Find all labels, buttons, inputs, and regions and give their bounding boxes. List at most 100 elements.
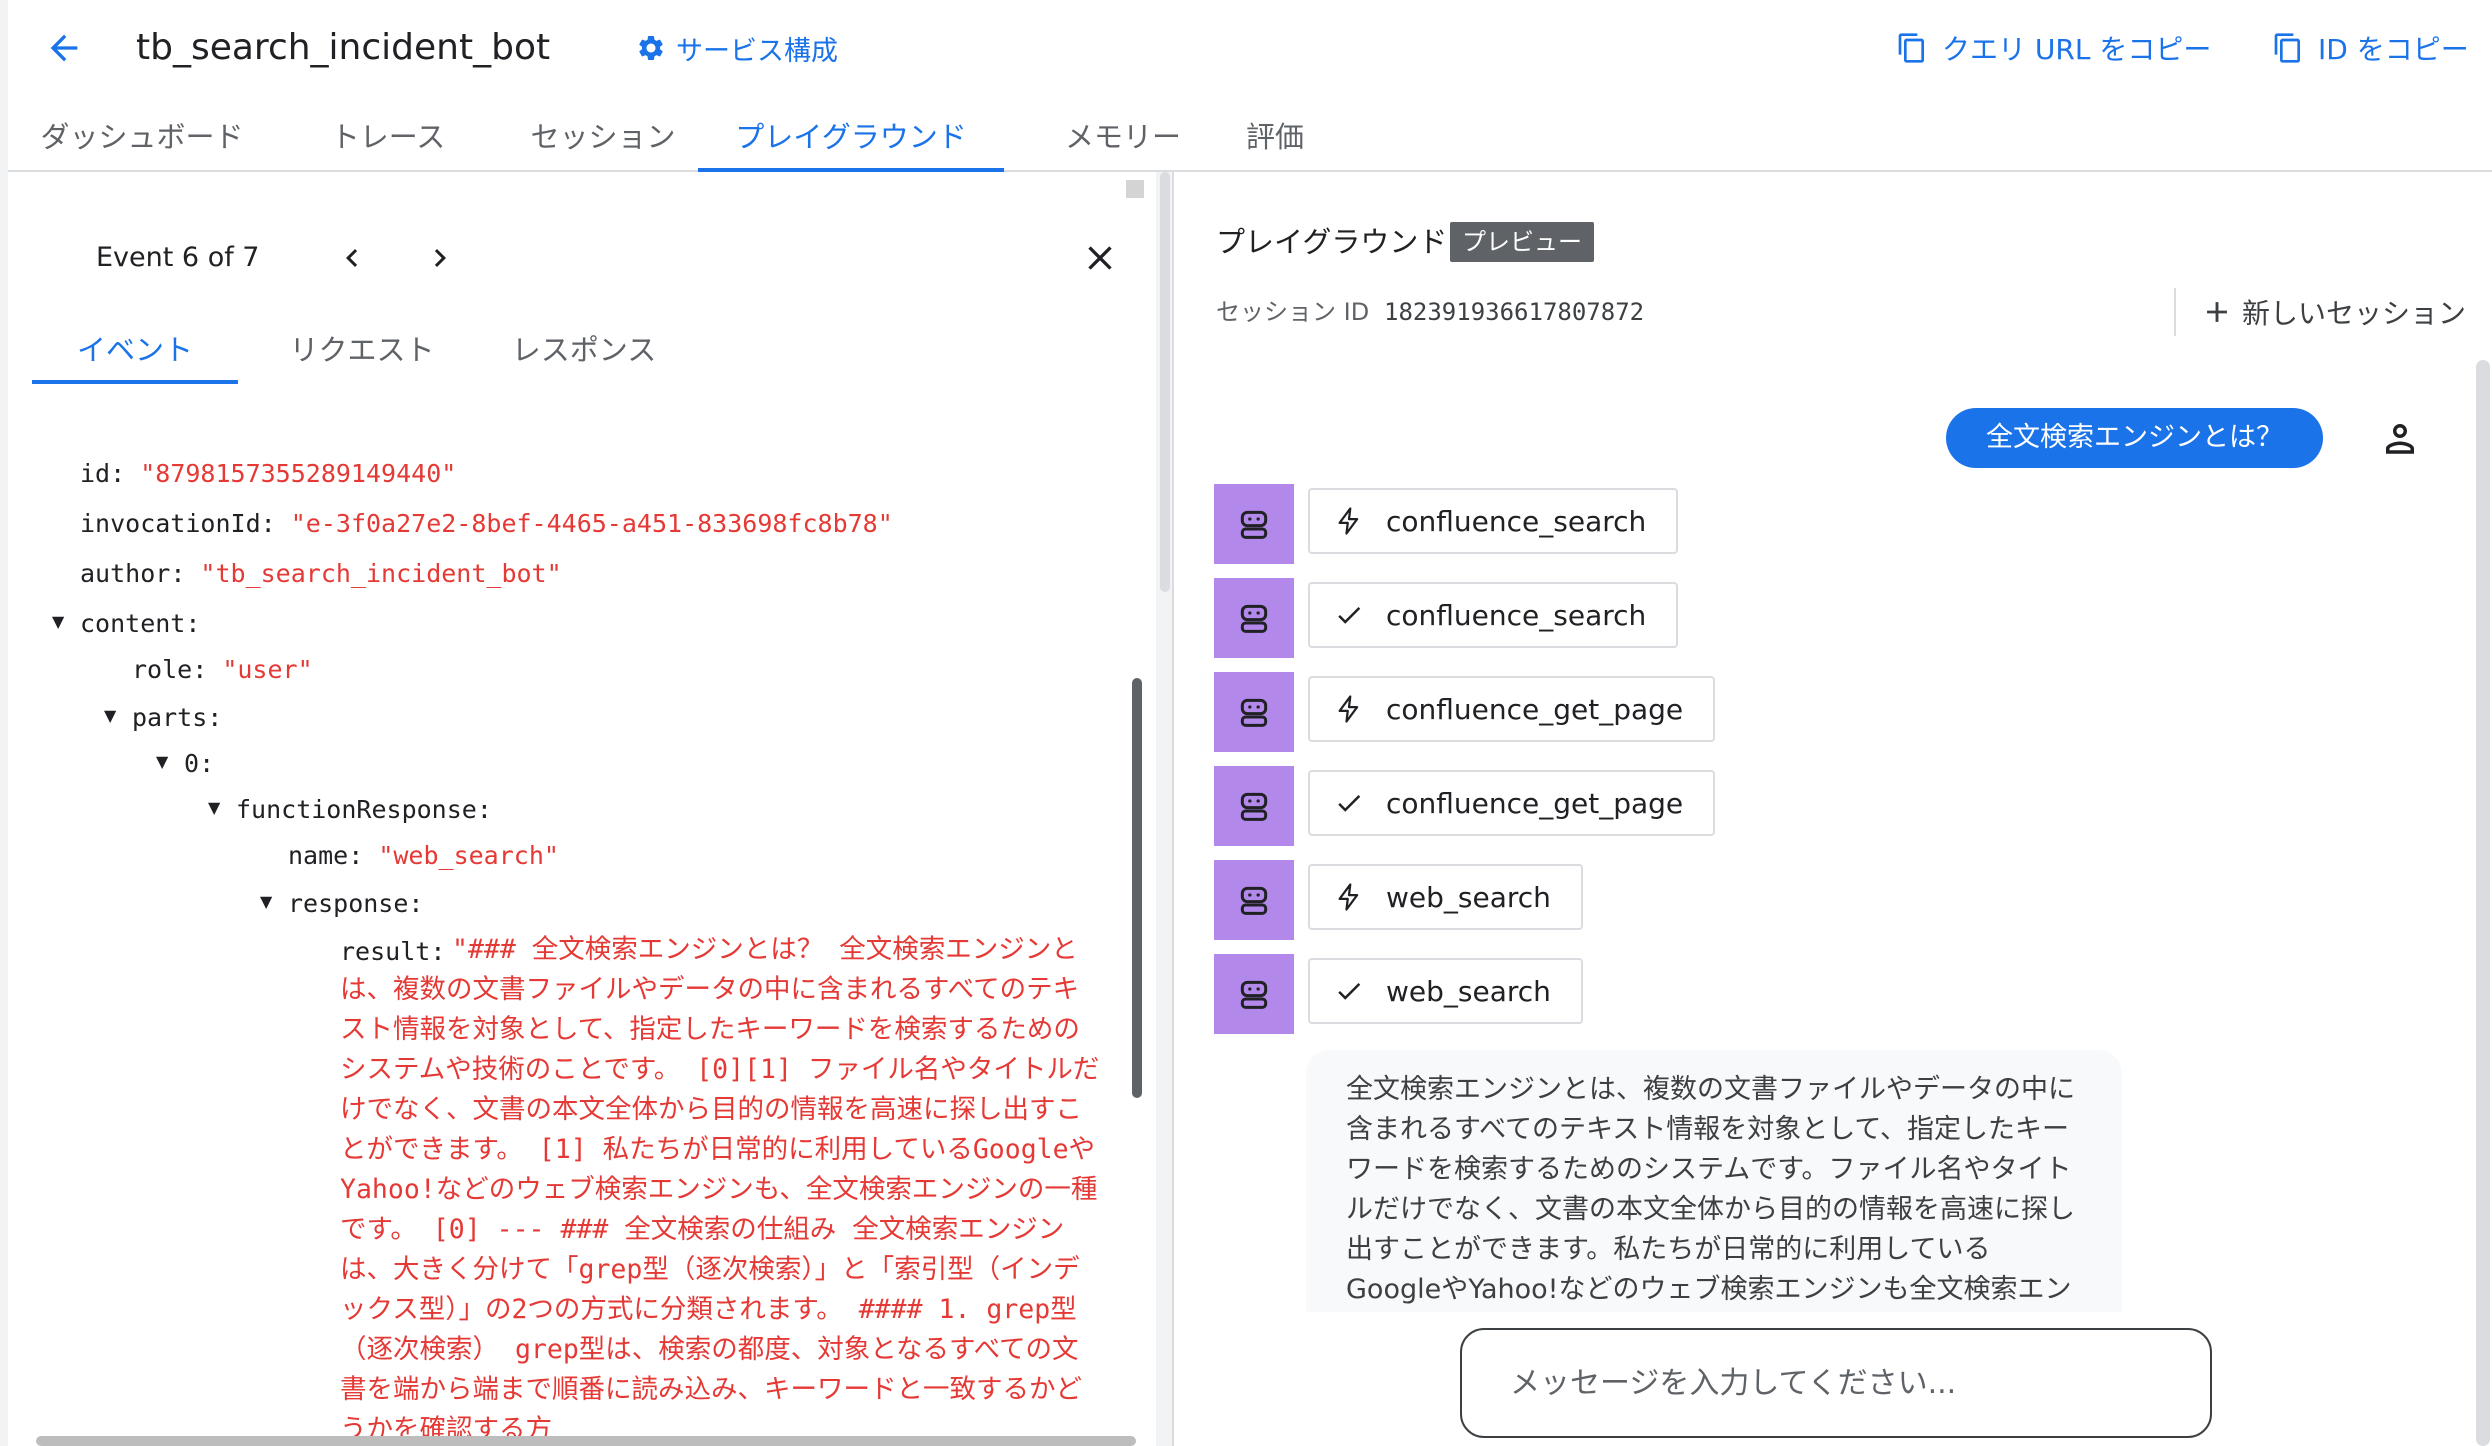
field-result-value: "### 全文検索エンジンとは？ 全文検索エンジンとは、複数の文書ファイルやデー… <box>340 934 1100 1445</box>
field-key: 0 <box>184 749 200 778</box>
field-id: id: "8798157355289149440" <box>80 459 457 488</box>
tab-dashboard[interactable]: ダッシュボード <box>26 100 258 170</box>
field-content[interactable]: content: <box>80 604 200 644</box>
field-key: role <box>132 655 193 684</box>
scrollbar-thumb[interactable] <box>1160 172 1170 592</box>
service-config-label: サービス構成 <box>676 35 838 67</box>
tool-name: web_search <box>1386 880 1551 914</box>
field-parts[interactable]: parts: <box>132 698 222 738</box>
field-key: id <box>80 459 111 488</box>
tab-trace[interactable]: トレース <box>308 100 468 170</box>
tab-response[interactable]: レスポンス <box>486 312 682 384</box>
robot-icon <box>1240 510 1268 539</box>
field-invocation-id: invocationId: "e-3f0a27e2-8bef-4465-a451… <box>80 509 893 538</box>
event-tabs: イベント リクエスト レスポンス <box>32 312 732 384</box>
field-response[interactable]: response: <box>288 884 423 924</box>
bot-avatar <box>1214 484 1294 564</box>
field-key: author <box>80 559 171 588</box>
field-key: functionResponse <box>236 795 477 824</box>
next-event-button[interactable] <box>416 234 464 282</box>
event-inspector-panel: Event 6 of 7 イベント リクエスト レスポンス id: "87981… <box>8 172 1172 1446</box>
tab-request[interactable]: リクエスト <box>264 312 460 384</box>
field-value: "user" <box>222 655 313 684</box>
tab-playground[interactable]: プレイグラウンド <box>698 100 1004 172</box>
message-input[interactable] <box>1510 1365 2162 1401</box>
field-key: parts <box>132 703 208 732</box>
bot-avatar <box>1214 860 1294 940</box>
new-session-label: 新しいセッション <box>2242 297 2467 330</box>
main-tabs: ダッシュボード トレース セッション プレイグラウンド メモリー 評価 <box>8 100 2492 172</box>
expand-triangle-icon[interactable]: ▼ <box>52 612 64 631</box>
preview-badge: プレビュー <box>1450 222 1594 262</box>
field-key: response <box>288 889 409 918</box>
bot-answer-message: 全文検索エンジンとは、複数の文書ファイルやデータの中に含まれるすべてのテキスト情… <box>1306 1050 2122 1312</box>
robot-icon <box>1240 698 1268 727</box>
tool-result-chip[interactable]: confluence_search <box>1308 582 1679 648</box>
divider <box>2174 288 2176 336</box>
copy-icon <box>2274 33 2300 63</box>
expand-triangle-icon[interactable]: ▼ <box>156 752 168 771</box>
left-edge-strip <box>0 0 8 1446</box>
field-value: "8798157355289149440" <box>140 459 457 488</box>
bolt-icon <box>1338 883 1359 911</box>
chevron-left-icon <box>346 249 358 267</box>
back-button[interactable] <box>40 24 88 72</box>
copy-id-button[interactable]: ID をコピー <box>2272 26 2469 70</box>
field-name: name: "web_search" <box>288 841 559 870</box>
tool-call-chip[interactable]: web_search <box>1308 864 1583 930</box>
horizontal-scrollbar[interactable] <box>36 1436 1136 1446</box>
tool-call-chip[interactable]: confluence_get_page <box>1308 676 1716 742</box>
gear-icon <box>639 35 663 60</box>
copy-query-url-button[interactable]: クエリ URL をコピー <box>1896 26 2211 70</box>
session-id-value: 182391936617807872 <box>1384 298 1645 326</box>
tool-name: confluence_search <box>1386 504 1647 538</box>
field-key: invocationId <box>80 509 261 538</box>
close-icon <box>1088 246 1112 270</box>
bolt-icon <box>1338 507 1359 535</box>
copy-icon <box>1898 33 1924 63</box>
tool-result-chip[interactable]: web_search <box>1308 958 1583 1024</box>
scrollbar-track[interactable] <box>2476 360 2490 1446</box>
service-config-link[interactable]: サービス構成 <box>636 26 838 70</box>
tool-call-chip[interactable]: confluence_search <box>1308 488 1679 554</box>
message-input-box[interactable] <box>1460 1328 2212 1438</box>
bot-avatar <box>1214 954 1294 1034</box>
session-id-label: セッション ID <box>1216 298 1370 326</box>
tool-name: web_search <box>1386 974 1551 1008</box>
tab-memory[interactable]: メモリー <box>1038 100 1208 170</box>
copy-id-label: ID をコピー <box>2318 33 2469 66</box>
scroll-corner <box>1126 180 1144 198</box>
previous-event-button[interactable] <box>328 234 376 282</box>
tool-name: confluence_get_page <box>1386 786 1684 820</box>
field-author: author: "tb_search_incident_bot" <box>80 559 562 588</box>
new-session-button[interactable]: 新しいセッション <box>2200 288 2466 336</box>
app-header: tb_search_incident_bot サービス構成 クエリ URL をコ… <box>0 0 2492 96</box>
expand-triangle-icon[interactable]: ▼ <box>260 892 272 911</box>
field-key: name <box>288 841 349 870</box>
bot-avatar <box>1214 672 1294 752</box>
bolt-icon <box>1338 695 1359 723</box>
tab-evaluation[interactable]: 評価 <box>1230 100 1320 170</box>
field-part-index[interactable]: 0: <box>184 744 214 784</box>
tool-name: confluence_get_page <box>1386 692 1684 726</box>
close-panel-button[interactable] <box>1076 234 1124 282</box>
check-icon <box>1338 606 1361 624</box>
robot-icon <box>1240 886 1268 915</box>
robot-icon <box>1240 792 1268 821</box>
field-value: "e-3f0a27e2-8bef-4465-a451-833698fc8b78" <box>290 509 893 538</box>
check-icon <box>1338 982 1361 1000</box>
expand-triangle-icon[interactable]: ▼ <box>104 706 116 725</box>
expand-triangle-icon[interactable]: ▼ <box>208 798 220 817</box>
page-title: tb_search_incident_bot <box>136 27 551 68</box>
tool-result-chip[interactable]: confluence_get_page <box>1308 770 1716 836</box>
arrow-left-icon <box>50 34 78 62</box>
field-value: "web_search" <box>378 841 559 870</box>
tab-event[interactable]: イベント <box>32 312 238 384</box>
inner-scrollbar-thumb[interactable] <box>1132 678 1142 1098</box>
tab-session[interactable]: セッション <box>508 100 698 170</box>
bot-avatar <box>1214 578 1294 658</box>
field-role: role: "user" <box>132 655 313 684</box>
field-function-response[interactable]: functionResponse: <box>236 790 492 830</box>
chevron-right-icon <box>434 249 446 267</box>
bot-avatar <box>1214 766 1294 846</box>
